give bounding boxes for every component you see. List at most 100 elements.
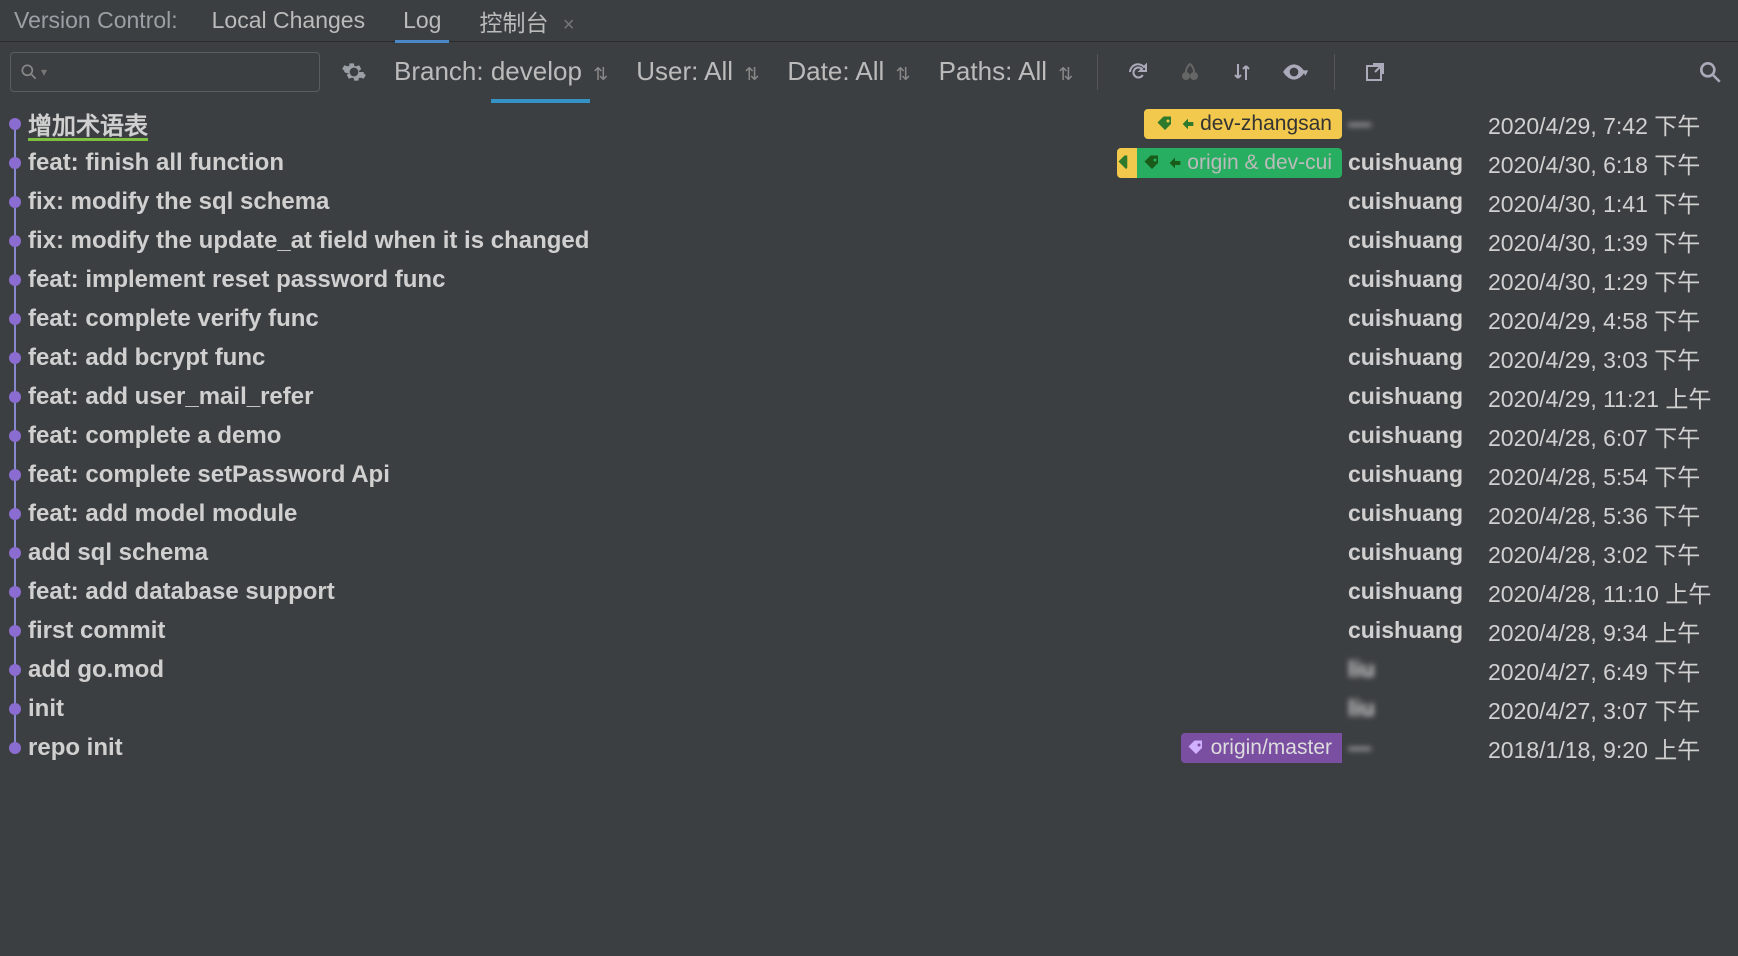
commit-row[interactable]: add go.modliu2020/4/27, 6:49 下午 (0, 650, 1738, 689)
commit-row[interactable]: feat: finish all function origin & dev-cu… (0, 143, 1738, 182)
commit-tags: origin/master (1181, 733, 1342, 763)
commit-message: fix: modify the sql schema (24, 188, 1348, 216)
commit-row[interactable]: initliu2020/4/27, 3:07 下午 (0, 689, 1738, 728)
graph-node (6, 338, 24, 377)
branch-filter-label: Branch: (394, 56, 484, 86)
user-filter-value: All (704, 56, 733, 86)
commit-message: feat: complete verify func (24, 305, 1348, 333)
commit-row[interactable]: feat: add database supportcuishuang2020/… (0, 572, 1738, 611)
commit-message: init (24, 695, 1348, 723)
cherry-pick-icon[interactable] (1172, 54, 1208, 90)
commit-author: — (1348, 110, 1488, 137)
date-filter[interactable]: Date: All ⇅ (785, 52, 912, 93)
commit-author: cuishuang (1348, 266, 1488, 293)
chevron-updown-icon: ⇅ (593, 64, 608, 84)
paths-filter-label: Paths: (939, 56, 1013, 86)
commit-message: feat: add user_mail_refer (24, 383, 1348, 411)
commit-message: feat: complete setPassword Api (24, 461, 1348, 489)
commit-message: feat: add bcrypt func (24, 344, 1348, 372)
commit-message: feat: add database support (24, 578, 1348, 606)
commit-row[interactable]: feat: complete verify funccuishuang2020/… (0, 299, 1738, 338)
commit-row[interactable]: feat: complete a democuishuang2020/4/28,… (0, 416, 1738, 455)
commit-date: 2020/4/28, 3:02 下午 (1488, 536, 1738, 570)
commit-author: liu (1348, 695, 1488, 722)
commit-author: cuishuang (1348, 344, 1488, 371)
close-icon[interactable]: × (563, 14, 575, 36)
tab-console[interactable]: 控制台 × (475, 0, 578, 44)
commit-date: 2020/4/28, 5:36 下午 (1488, 497, 1738, 531)
branch-filter[interactable]: Branch: develop ⇅ (392, 52, 610, 93)
graph-node (6, 611, 24, 650)
commit-row[interactable]: 增加术语表dev-zhangsan—2020/4/29, 7:42 下午 (0, 104, 1738, 143)
commit-author: cuishuang (1348, 227, 1488, 254)
commit-row[interactable]: feat: implement reset password funccuish… (0, 260, 1738, 299)
commit-row[interactable]: feat: complete setPassword Apicuishuang2… (0, 455, 1738, 494)
eye-icon[interactable]: ▾ (1276, 54, 1312, 90)
divider (1334, 54, 1335, 90)
commit-date: 2020/4/29, 4:58 下午 (1488, 302, 1738, 336)
commit-date: 2020/4/28, 5:54 下午 (1488, 458, 1738, 492)
tab-log[interactable]: Log (399, 1, 445, 40)
commit-date: 2020/4/29, 7:42 下午 (1488, 107, 1738, 141)
vcs-tabs: Version Control: Local Changes Log 控制台 × (0, 0, 1738, 42)
graph-node (6, 260, 24, 299)
commit-date: 2020/4/29, 11:21 上午 (1488, 380, 1738, 414)
graph-node (6, 221, 24, 260)
commit-date: 2018/1/18, 9:20 上午 (1488, 731, 1738, 765)
commit-author: cuishuang (1348, 422, 1488, 449)
find-icon[interactable] (1692, 54, 1728, 90)
user-filter[interactable]: User: All ⇅ (634, 52, 761, 93)
commit-row[interactable]: feat: add model modulecuishuang2020/4/28… (0, 494, 1738, 533)
graph-node (6, 572, 24, 611)
filter-group: Branch: develop ⇅ User: All ⇅ Date: All … (392, 52, 1075, 93)
branch-tag[interactable]: origin & dev-cui (1137, 148, 1342, 178)
search-input[interactable] (51, 61, 316, 84)
commit-row[interactable]: feat: add bcrypt funccuishuang2020/4/29,… (0, 338, 1738, 377)
commit-author: cuishuang (1348, 578, 1488, 605)
commit-author: cuishuang (1348, 461, 1488, 488)
branch-filter-value: develop (491, 56, 582, 86)
gear-icon[interactable] (336, 54, 372, 90)
commit-message: feat: finish all function (24, 149, 1117, 177)
refresh-icon[interactable] (1120, 54, 1156, 90)
graph-node (6, 104, 24, 143)
graph-node (6, 494, 24, 533)
commit-date: 2020/4/27, 3:07 下午 (1488, 692, 1738, 726)
commit-date: 2020/4/30, 1:39 下午 (1488, 224, 1738, 258)
commit-row[interactable]: first commitcuishuang2020/4/28, 9:34 上午 (0, 611, 1738, 650)
commit-date: 2020/4/28, 6:07 下午 (1488, 419, 1738, 453)
commit-author: cuishuang (1348, 500, 1488, 527)
commit-list[interactable]: 增加术语表dev-zhangsan—2020/4/29, 7:42 下午feat… (0, 102, 1738, 956)
commit-date: 2020/4/30, 6:18 下午 (1488, 146, 1738, 180)
commit-author: cuishuang (1348, 149, 1488, 176)
date-filter-value: All (855, 56, 884, 86)
search-field-wrap[interactable]: ▾ (10, 52, 320, 92)
commit-author: cuishuang (1348, 617, 1488, 644)
tab-console-label: 控制台 (479, 10, 548, 36)
graph-node (6, 143, 24, 182)
open-new-icon[interactable] (1357, 54, 1393, 90)
graph-node (6, 689, 24, 728)
commit-message: repo init (24, 734, 1181, 762)
graph-node (6, 416, 24, 455)
commit-date: 2020/4/29, 3:03 下午 (1488, 341, 1738, 375)
commit-row[interactable]: add sql schemacuishuang2020/4/28, 3:02 下… (0, 533, 1738, 572)
commit-author: cuishuang (1348, 305, 1488, 332)
commit-date: 2020/4/30, 1:29 下午 (1488, 263, 1738, 297)
commit-row[interactable]: feat: add user_mail_refercuishuang2020/4… (0, 377, 1738, 416)
chevron-updown-icon: ⇅ (896, 64, 911, 84)
graph-node (6, 377, 24, 416)
commit-date: 2020/4/28, 9:34 上午 (1488, 614, 1738, 648)
commit-row[interactable]: fix: modify the sql schemacuishuang2020/… (0, 182, 1738, 221)
commit-row[interactable]: fix: modify the update_at field when it … (0, 221, 1738, 260)
tab-local-changes[interactable]: Local Changes (208, 1, 369, 40)
commit-date: 2020/4/28, 11:10 上午 (1488, 575, 1738, 609)
paths-filter[interactable]: Paths: All ⇅ (937, 52, 1076, 93)
branch-tag[interactable]: origin/master (1181, 733, 1342, 763)
commit-row[interactable]: repo initorigin/master—2018/1/18, 9:20 上… (0, 728, 1738, 767)
sort-icon[interactable] (1224, 54, 1260, 90)
commit-tags: dev-zhangsan (1144, 109, 1342, 139)
commit-message: feat: complete a demo (24, 422, 1348, 450)
log-toolbar: ▾ Branch: develop ⇅ User: All ⇅ Date: Al… (0, 42, 1738, 102)
branch-tag[interactable]: dev-zhangsan (1150, 109, 1342, 139)
